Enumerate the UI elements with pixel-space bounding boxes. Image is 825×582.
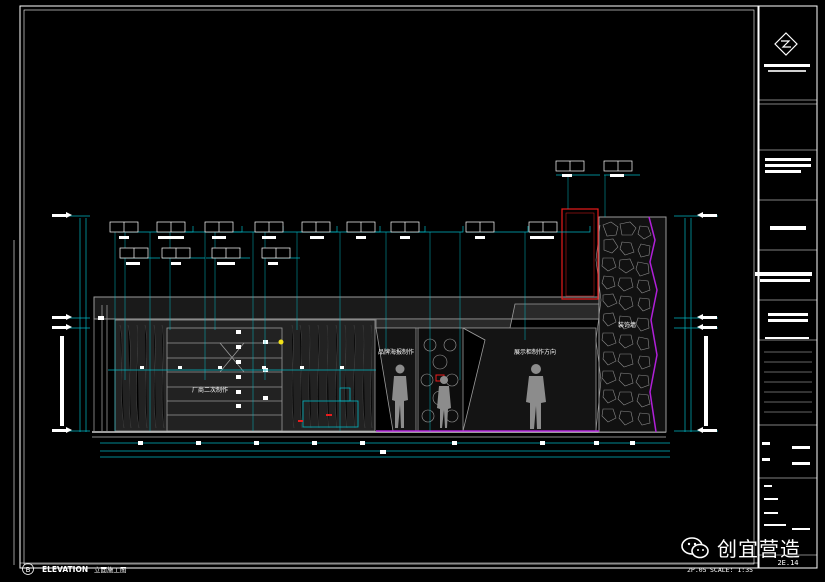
title-block: 2E.14 [755,5,818,569]
tag-captions [119,174,624,265]
annotation-zone-b: 品牌海报制作 [378,348,414,356]
red-inner-box [565,212,595,297]
annotation-zone-d: 装饰墙 [618,321,636,329]
watermark-text: 创宜营造 [717,537,801,561]
company-logo [764,32,810,72]
view-name-cn: 立面施工图 [94,565,127,574]
footer-bar: B ELEVATION 立面施工图 2P.05 SCALE: 1:35 [20,562,758,575]
scale-label: SCALE: 1:35 [710,566,753,574]
view-marker: B [26,566,31,574]
view-name: ELEVATION [42,565,88,574]
floor [92,431,666,438]
wood-panel-wall [114,319,376,432]
spotlight-marker [278,339,284,345]
elevation-drawing: 2E.14 厂商二次制作 品牌海报制作 展示柜制作方向 装饰墙 B ELEVAT… [13,5,818,575]
sheet-ref: 2P.05 [687,566,707,574]
chat-bubble-icon [681,536,709,559]
red-outline-box [561,208,599,300]
watermark: 创宜营造 [681,533,801,562]
annotation-zone-c: 展示柜制作方向 [514,348,556,356]
annotation-zone-a: 厂商二次制作 [192,386,228,394]
poster-walls [375,327,597,432]
material-tags [109,160,633,259]
